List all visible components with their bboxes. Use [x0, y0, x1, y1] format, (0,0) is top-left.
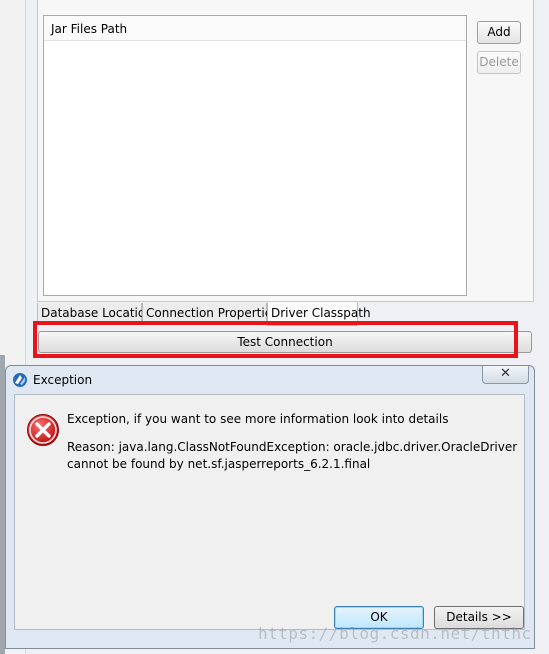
add-button[interactable]: Add — [477, 21, 521, 44]
dialog-message: Exception, if you want to see more infor… — [67, 412, 449, 426]
watermark: https://blog.csdn.net/ththc — [258, 624, 532, 643]
red-highlight-box — [33, 321, 518, 358]
delete-button[interactable]: Delete — [477, 51, 521, 74]
error-icon — [27, 414, 59, 446]
dialog-reason: Reason: java.lang.ClassNotFoundException… — [67, 440, 518, 471]
eclipse-app-icon — [13, 373, 27, 387]
jar-files-column-header[interactable]: Jar Files Path — [44, 16, 466, 41]
close-button[interactable]: ✕ — [482, 366, 529, 384]
dialog-title: Exception — [33, 373, 93, 387]
dialog-content: Exception, if you want to see more infor… — [14, 394, 525, 630]
jar-files-table[interactable]: Jar Files Path — [43, 15, 467, 296]
exception-dialog: Exception ✕ Exception, if you want to se… — [5, 365, 535, 649]
close-icon: ✕ — [500, 366, 511, 381]
dialog-titlebar[interactable]: Exception ✕ — [6, 366, 534, 393]
